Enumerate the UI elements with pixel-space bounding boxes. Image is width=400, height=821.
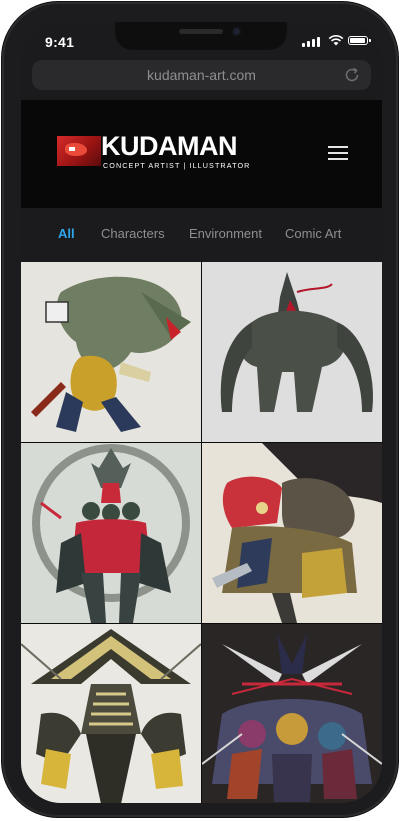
gallery-item-red-demon[interactable]	[21, 443, 201, 623]
gallery-item-red-group[interactable]	[202, 443, 382, 623]
site-header: KUDAMAN CONCEPT ARTIST | ILLUSTRATOR	[21, 100, 382, 208]
reload-icon[interactable]	[343, 66, 361, 84]
green-creature-artwork	[21, 262, 201, 442]
tab-characters[interactable]: Characters	[101, 226, 165, 241]
striped-warrior-artwork	[21, 624, 201, 803]
gallery-item-striped-warrior[interactable]	[21, 624, 201, 803]
phone-frame: 9:41 kudaman-art.com KUDAMAN CONCEPT ART…	[2, 2, 398, 817]
tab-comic-art[interactable]: Comic Art	[285, 226, 341, 241]
red-demon-artwork	[21, 443, 201, 623]
gallery-item-green-creature[interactable]	[21, 262, 201, 442]
url-text[interactable]: kudaman-art.com	[32, 67, 371, 83]
address-bar[interactable]: kudaman-art.com	[32, 60, 371, 90]
hamburger-menu-icon[interactable]	[328, 146, 348, 160]
dark-beast-artwork	[202, 262, 382, 442]
gallery-item-horned-army[interactable]	[202, 624, 382, 803]
phone-screen: 9:41 kudaman-art.com KUDAMAN CONCEPT ART…	[21, 22, 382, 803]
logo-mark[interactable]	[57, 136, 101, 166]
status-time: 9:41	[45, 34, 75, 50]
site-logo-text[interactable]: KUDAMAN	[101, 133, 237, 160]
horned-army-artwork	[202, 624, 382, 803]
signal-icon	[302, 37, 320, 47]
battery-icon	[348, 36, 371, 45]
portfolio-gallery	[21, 262, 382, 803]
speaker-grille	[179, 29, 223, 34]
tab-all[interactable]: All	[58, 226, 75, 241]
tab-environment[interactable]: Environment	[189, 226, 262, 241]
site-tagline: CONCEPT ARTIST | ILLUSTRATOR	[103, 161, 251, 170]
red-group-artwork	[202, 443, 382, 623]
front-camera	[231, 26, 242, 37]
portfolio-filter-tabs: All Characters Environment Comic Art	[21, 208, 382, 262]
notch	[115, 22, 287, 50]
wifi-icon	[328, 34, 344, 46]
gallery-item-dark-beast[interactable]	[202, 262, 382, 442]
